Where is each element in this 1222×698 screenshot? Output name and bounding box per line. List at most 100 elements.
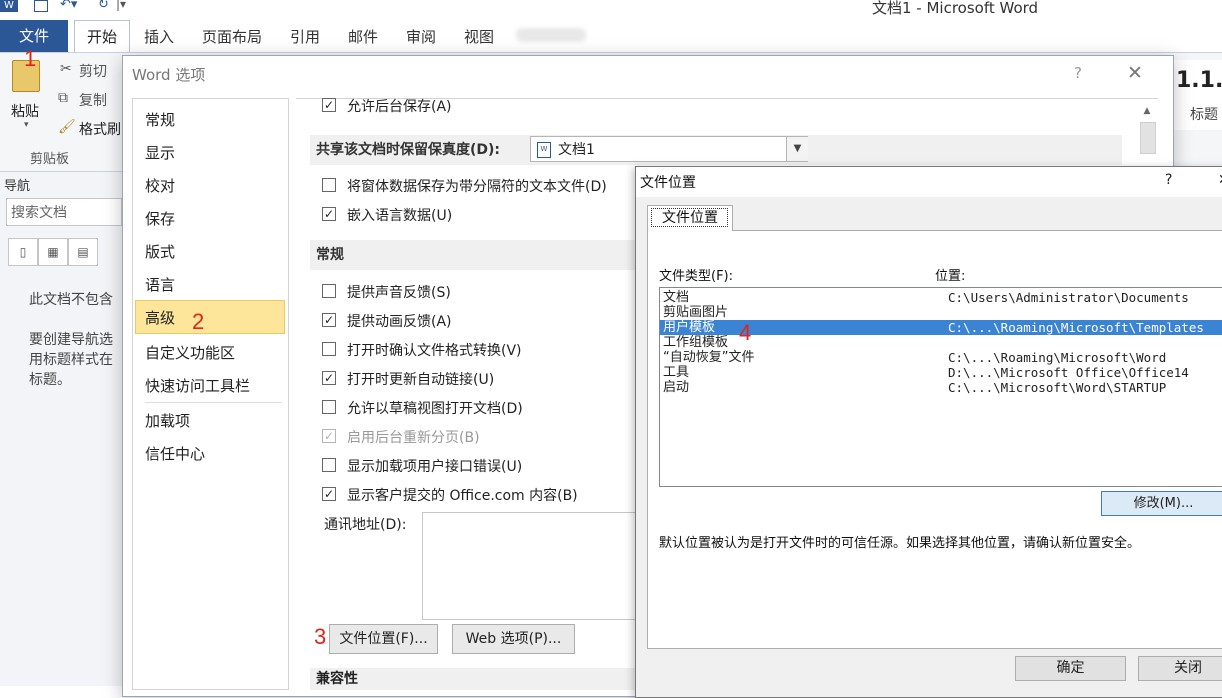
save-icon[interactable] bbox=[34, 0, 48, 12]
category-customize-ribbon[interactable]: 自定义功能区 bbox=[145, 342, 235, 363]
option-update-links-label: 打开时更新自动链接(U) bbox=[347, 372, 495, 388]
tab-focus-rectangle bbox=[651, 208, 728, 227]
option-background-save-label: 允许后台保存(A) bbox=[347, 99, 452, 115]
ok-button[interactable]: 确定 bbox=[1015, 656, 1126, 681]
checkbox-embed-language[interactable]: ✓ bbox=[322, 207, 336, 221]
category-save[interactable]: 保存 bbox=[145, 208, 175, 229]
tab-home[interactable]: 开始 bbox=[74, 20, 130, 53]
word-title-bar bbox=[0, 0, 1222, 18]
close-icon[interactable]: ✕ bbox=[1218, 172, 1222, 188]
web-options-button[interactable]: Web 选项(P)... bbox=[452, 624, 575, 654]
nav-pages-icon[interactable]: ▦ bbox=[38, 238, 68, 266]
list-item[interactable]: 启动 C:\...\Microsoft\Word\STARTUP bbox=[660, 380, 1222, 395]
nav-message-line-1: 此文档不包含 bbox=[29, 292, 113, 308]
checkbox-sound-feedback[interactable] bbox=[322, 284, 336, 298]
option-background-repagination-label: 启用后台重新分页(B) bbox=[347, 430, 480, 446]
list-item-location: C:\...\Roaming\Microsoft\Word bbox=[948, 350, 1167, 365]
tab-view[interactable]: 视图 bbox=[458, 22, 500, 52]
blurred-tab bbox=[516, 28, 586, 42]
checkbox-background-save[interactable]: ✓ bbox=[322, 98, 336, 112]
checkbox-background-repagination: ✓ bbox=[322, 429, 336, 443]
scrollbar-thumb[interactable] bbox=[1140, 122, 1156, 154]
format-painter-icon: 🖌 bbox=[58, 119, 76, 135]
nav-pane-title: 导航 bbox=[4, 179, 31, 194]
tab-insert[interactable]: 插入 bbox=[138, 22, 180, 52]
category-divider bbox=[145, 402, 282, 403]
modify-button[interactable]: 修改(M)... bbox=[1101, 491, 1222, 516]
option-embed-language-label: 嵌入语言数据(U) bbox=[347, 208, 453, 224]
redo-icon[interactable]: ↻ bbox=[98, 0, 109, 12]
tab-review[interactable]: 审阅 bbox=[400, 22, 442, 52]
copy-icon: ⧉ bbox=[58, 90, 68, 106]
location-column-header: 位置: bbox=[935, 269, 966, 284]
style-sample[interactable]: 1.1.1 bbox=[1176, 68, 1222, 93]
list-item[interactable]: 工具 D:\...\Microsoft Office\Office14 bbox=[660, 365, 1222, 380]
category-language[interactable]: 语言 bbox=[145, 274, 175, 295]
category-advanced[interactable]: 高级 bbox=[145, 307, 175, 328]
format-painter-button[interactable]: 格式刷 bbox=[79, 119, 121, 139]
checkbox-save-form-data[interactable] bbox=[322, 178, 336, 192]
list-item-type: 工作组模板 bbox=[663, 335, 729, 350]
step-4-marker: 4 bbox=[739, 320, 752, 345]
file-type-column-header: 文件类型(F): bbox=[659, 269, 734, 284]
category-proofing[interactable]: 校对 bbox=[145, 175, 175, 196]
checkbox-update-links[interactable]: ✓ bbox=[322, 371, 336, 385]
checkbox-office-content[interactable]: ✓ bbox=[322, 487, 336, 501]
option-save-form-data-label: 将窗体数据保存为带分隔符的文本文件(D) bbox=[347, 179, 607, 195]
cut-icon: ✂ bbox=[60, 61, 72, 77]
nav-search-input[interactable]: 搜索文档 bbox=[6, 198, 122, 226]
checkbox-draft-view[interactable] bbox=[322, 400, 336, 414]
ribbon-tab-strip bbox=[0, 18, 1222, 52]
category-trust-center[interactable]: 信任中心 bbox=[145, 443, 205, 464]
help-icon[interactable]: ? bbox=[1074, 64, 1082, 82]
list-item[interactable]: “自动恢复”文件 C:\...\Roaming\Microsoft\Word bbox=[660, 350, 1222, 365]
nav-message-line-2: 要创建导航选 bbox=[29, 332, 113, 348]
style-label: 标题 bbox=[1190, 107, 1218, 123]
tab-page-layout[interactable]: 页面布局 bbox=[196, 22, 268, 52]
list-item-location: D:\...\Microsoft Office\Office14 bbox=[948, 365, 1189, 380]
list-item-type: 启动 bbox=[663, 380, 690, 395]
paste-button[interactable]: 粘贴 bbox=[11, 101, 39, 121]
fidelity-document-value: 文档1 bbox=[558, 142, 595, 158]
list-item-location: C:\...\Roaming\Microsoft\Templates bbox=[948, 320, 1204, 335]
mailing-address-textarea[interactable] bbox=[422, 512, 644, 620]
list-item-location: C:\...\Microsoft\Word\STARTUP bbox=[948, 380, 1167, 395]
tab-mailings[interactable]: 邮件 bbox=[342, 22, 384, 52]
category-add-ins[interactable]: 加载项 bbox=[145, 410, 190, 431]
close-button[interactable]: 关闭 bbox=[1138, 656, 1222, 681]
step-3-marker: 3 bbox=[314, 624, 327, 649]
options-dialog-title: Word 选项 bbox=[132, 66, 206, 84]
word-app-icon[interactable]: W bbox=[0, 0, 18, 12]
mailing-address-label: 通讯地址(D): bbox=[324, 517, 407, 533]
option-sound-feedback-label: 提供声音反馈(S) bbox=[347, 285, 451, 301]
list-item-type: 剪贴画图片 bbox=[663, 305, 729, 320]
file-locations-button[interactable]: 文件位置(F)... bbox=[329, 624, 438, 654]
option-addin-errors-label: 显示加载项用户接口错误(U) bbox=[347, 459, 523, 475]
checkbox-animation-feedback[interactable]: ✓ bbox=[322, 313, 336, 327]
category-general[interactable]: 常规 bbox=[145, 109, 175, 130]
undo-icon[interactable]: ↶▾ bbox=[60, 0, 77, 12]
copy-button[interactable]: 复制 bbox=[79, 90, 107, 110]
help-icon[interactable]: ? bbox=[1165, 172, 1172, 188]
option-office-content-label: 显示客户提交的 Office.com 内容(B) bbox=[347, 488, 578, 504]
list-item[interactable]: 文档 C:\Users\Administrator\Documents bbox=[660, 290, 1222, 305]
scroll-up-icon[interactable]: ▲ bbox=[1138, 102, 1156, 120]
checkbox-addin-errors[interactable] bbox=[322, 458, 336, 472]
checkbox-confirm-conversion[interactable] bbox=[322, 342, 336, 356]
customize-qat-icon[interactable]: |▾ bbox=[116, 0, 126, 11]
tab-references[interactable]: 引用 bbox=[284, 22, 326, 52]
category-typography[interactable]: 版式 bbox=[145, 241, 175, 262]
nav-headings-icon[interactable]: ▯ bbox=[8, 238, 38, 266]
clipboard-group-label: 剪贴板 bbox=[30, 152, 70, 167]
cut-button[interactable]: 剪切 bbox=[79, 61, 107, 81]
option-animation-feedback-label: 提供动画反馈(A) bbox=[347, 314, 452, 330]
category-quick-access-toolbar[interactable]: 快速访问工具栏 bbox=[145, 375, 250, 396]
paste-dropdown-icon[interactable]: ▾ bbox=[24, 120, 29, 130]
chevron-down-icon[interactable]: ▼ bbox=[786, 137, 808, 161]
category-display[interactable]: 显示 bbox=[145, 142, 175, 163]
nav-results-icon[interactable]: ▤ bbox=[68, 238, 98, 266]
list-item[interactable]: 剪贴画图片 bbox=[660, 305, 1222, 320]
close-icon[interactable]: ✕ bbox=[1127, 62, 1143, 84]
option-confirm-conversion-label: 打开时确认文件格式转换(V) bbox=[347, 343, 522, 359]
list-item-type: 用户模板 bbox=[663, 320, 716, 335]
